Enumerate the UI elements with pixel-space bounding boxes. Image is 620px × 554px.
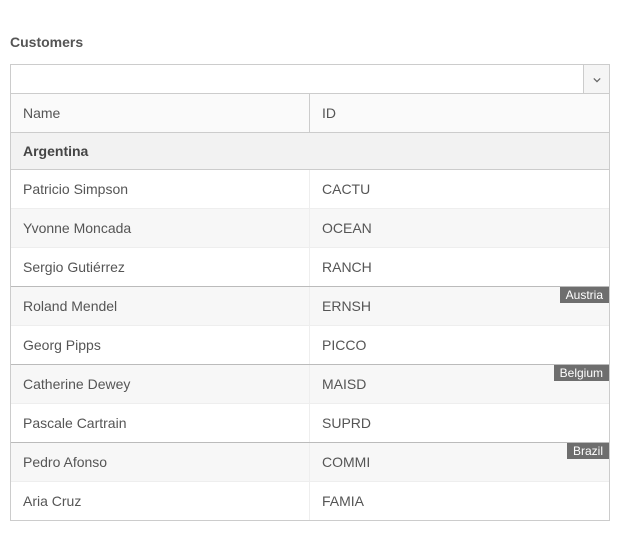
- customer-combobox[interactable]: [10, 64, 610, 94]
- column-header-name[interactable]: Name: [11, 94, 310, 132]
- column-header-id[interactable]: ID: [310, 94, 609, 132]
- cell-id: SUPRD: [310, 404, 609, 442]
- list-item[interactable]: Georg PippsPICCO: [11, 326, 609, 364]
- cell-name: Aria Cruz: [11, 482, 310, 520]
- group-badge: Belgium: [554, 365, 609, 381]
- list-item[interactable]: Patricio SimpsonCACTU: [11, 170, 609, 209]
- chevron-down-icon: [593, 71, 601, 87]
- cell-name: Roland Mendel: [11, 287, 310, 325]
- cell-id: CACTU: [310, 170, 609, 208]
- cell-id: OCEAN: [310, 209, 609, 247]
- cell-name: Pascale Cartrain: [11, 404, 310, 442]
- cell-name: Sergio Gutiérrez: [11, 248, 310, 286]
- section-title: Customers: [10, 34, 610, 50]
- customer-dropdown-list[interactable]: Name ID ArgentinaPatricio SimpsonCACTUYv…: [10, 94, 610, 521]
- group-header[interactable]: Argentina: [11, 133, 609, 170]
- list-item[interactable]: Sergio GutiérrezRANCH: [11, 248, 609, 286]
- list-item[interactable]: Yvonne MoncadaOCEAN: [11, 209, 609, 248]
- cell-name: Yvonne Moncada: [11, 209, 310, 247]
- list-item[interactable]: Roland MendelERNSHAustria: [11, 286, 609, 326]
- cell-id: COMMI: [310, 443, 609, 481]
- cell-name: Catherine Dewey: [11, 365, 310, 403]
- cell-id: FAMIA: [310, 482, 609, 520]
- cell-id: PICCO: [310, 326, 609, 364]
- list-item[interactable]: Aria CruzFAMIA: [11, 482, 609, 520]
- cell-id: RANCH: [310, 248, 609, 286]
- list-item[interactable]: Pedro AfonsoCOMMIBrazil: [11, 442, 609, 482]
- cell-name: Patricio Simpson: [11, 170, 310, 208]
- group-badge: Brazil: [567, 443, 609, 459]
- column-header-row: Name ID: [11, 94, 609, 133]
- list-item[interactable]: Pascale CartrainSUPRD: [11, 404, 609, 442]
- customer-combobox-input[interactable]: [11, 65, 583, 93]
- list-item[interactable]: Catherine DeweyMAISDBelgium: [11, 364, 609, 404]
- customer-combobox-toggle[interactable]: [583, 65, 609, 93]
- cell-name: Pedro Afonso: [11, 443, 310, 481]
- cell-name: Georg Pipps: [11, 326, 310, 364]
- group-badge: Austria: [560, 287, 609, 303]
